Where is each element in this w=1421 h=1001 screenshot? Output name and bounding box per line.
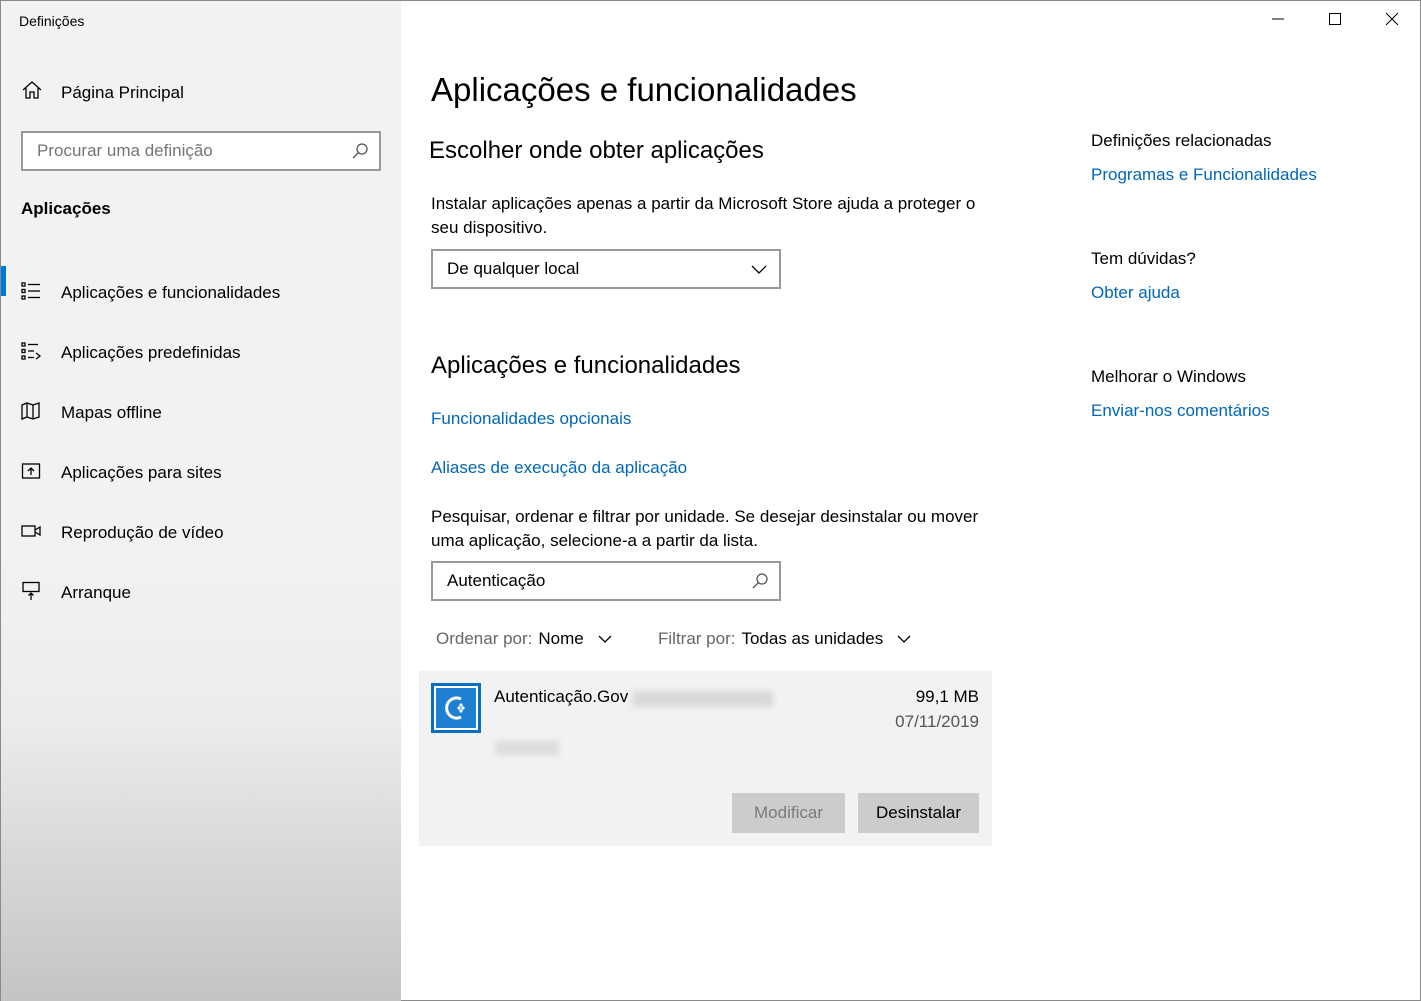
settings-search-box[interactable] bbox=[21, 131, 381, 171]
sort-value: Nome bbox=[538, 629, 584, 648]
section-label: Aplicações bbox=[21, 199, 111, 218]
sidebar: Definições Página Principal Aplicações A… bbox=[1, 1, 401, 1001]
sidebar-item-label: Mapas offline bbox=[61, 403, 162, 422]
sidebar-item-label: Aplicações predefinidas bbox=[61, 343, 241, 362]
maximize-icon bbox=[1328, 12, 1342, 31]
close-button[interactable] bbox=[1363, 1, 1420, 41]
sidebar-item-label: Arranque bbox=[61, 583, 131, 602]
close-icon bbox=[1385, 12, 1399, 31]
apps-for-websites-icon bbox=[21, 461, 61, 486]
improve-windows-heading: Melhorar o Windows bbox=[1091, 367, 1246, 386]
related-settings-heading: Definições relacionadas bbox=[1091, 131, 1272, 150]
app-execution-aliases-link[interactable]: Aliases de execução da aplicação bbox=[431, 458, 687, 478]
sort-label: Ordenar por: bbox=[436, 629, 533, 648]
search-apps-description: Pesquisar, ordenar e filtrar por unidade… bbox=[431, 507, 979, 550]
app-list-item[interactable]: Autenticação.Gov 99,1 MB 07/11/2019 Modi… bbox=[419, 671, 992, 846]
sidebar-item-apps-for-websites[interactable]: Aplicações para sites bbox=[1, 443, 401, 503]
app-name: Autenticação.Gov bbox=[494, 687, 629, 706]
optional-features-link[interactable]: Funcionalidades opcionais bbox=[431, 409, 631, 429]
settings-search-input[interactable] bbox=[23, 133, 343, 169]
autenticacao-gov-app-icon bbox=[431, 683, 481, 733]
startup-icon bbox=[21, 581, 61, 606]
sidebar-item-offline-maps[interactable]: Mapas offline bbox=[1, 383, 401, 443]
home-link[interactable]: Página Principal bbox=[21, 79, 184, 106]
programs-features-link[interactable]: Programas e Funcionalidades bbox=[1091, 165, 1317, 185]
minimize-icon bbox=[1271, 12, 1285, 31]
sidebar-item-startup[interactable]: Arranque bbox=[1, 563, 401, 623]
sidebar-item-default-apps[interactable]: Aplicações predefinidas bbox=[1, 323, 401, 383]
app-search-box[interactable] bbox=[431, 561, 781, 601]
uninstall-button[interactable]: Desinstalar bbox=[858, 793, 979, 833]
apps-features-heading: Aplicações e funcionalidades bbox=[431, 352, 741, 379]
window-title: Definições bbox=[19, 13, 85, 29]
minimize-button[interactable] bbox=[1249, 1, 1306, 41]
app-search-input[interactable] bbox=[433, 563, 743, 599]
search-icon[interactable] bbox=[351, 142, 369, 160]
sidebar-item-label: Reprodução de vídeo bbox=[61, 523, 224, 542]
questions-heading: Tem dúvidas? bbox=[1091, 249, 1196, 268]
window-caption-buttons bbox=[1249, 1, 1420, 41]
home-label: Página Principal bbox=[61, 82, 184, 102]
search-icon[interactable] bbox=[751, 572, 769, 590]
apps-features-icon bbox=[21, 281, 61, 306]
sidebar-nav: Aplicações e funcionalidades Aplicações … bbox=[1, 263, 401, 623]
app-size: 99,1 MB bbox=[915, 687, 979, 706]
filter-label: Filtrar por: bbox=[658, 629, 736, 648]
sidebar-item-video-playback[interactable]: Reprodução de vídeo bbox=[1, 503, 401, 563]
default-apps-icon bbox=[21, 341, 61, 366]
redacted-version bbox=[633, 691, 773, 707]
app-source-dropdown[interactable]: De qualquer local bbox=[431, 249, 781, 289]
feedback-link[interactable]: Enviar-nos comentários bbox=[1091, 401, 1270, 421]
settings-window: Definições Página Principal Aplicações A… bbox=[0, 0, 1421, 1001]
app-install-date: 07/11/2019 bbox=[895, 712, 979, 731]
redacted-publisher bbox=[495, 741, 559, 755]
choose-source-heading: Escolher onde obter aplicações bbox=[429, 137, 764, 164]
app-source-value: De qualquer local bbox=[447, 259, 580, 278]
choose-source-description: Instalar aplicações apenas a partir da M… bbox=[431, 194, 976, 237]
filter-value: Todas as unidades bbox=[741, 629, 884, 648]
chevron-down-icon bbox=[590, 629, 612, 649]
home-icon bbox=[21, 79, 43, 106]
video-playback-icon bbox=[21, 521, 61, 546]
get-help-link[interactable]: Obter ajuda bbox=[1091, 283, 1180, 303]
filter-dropdown[interactable]: Filtrar por: Todas as unidades bbox=[658, 629, 911, 649]
chevron-down-icon bbox=[889, 629, 911, 649]
sidebar-item-apps-features[interactable]: Aplicações e funcionalidades bbox=[1, 263, 401, 323]
sidebar-item-label: Aplicações para sites bbox=[61, 463, 222, 482]
maximize-button[interactable] bbox=[1306, 1, 1363, 41]
sort-dropdown[interactable]: Ordenar por: Nome bbox=[436, 629, 612, 649]
sidebar-item-label: Aplicações e funcionalidades bbox=[61, 283, 281, 302]
page-title: Aplicações e funcionalidades bbox=[431, 71, 857, 108]
offline-maps-icon bbox=[21, 401, 61, 426]
modify-button[interactable]: Modificar bbox=[732, 793, 845, 833]
